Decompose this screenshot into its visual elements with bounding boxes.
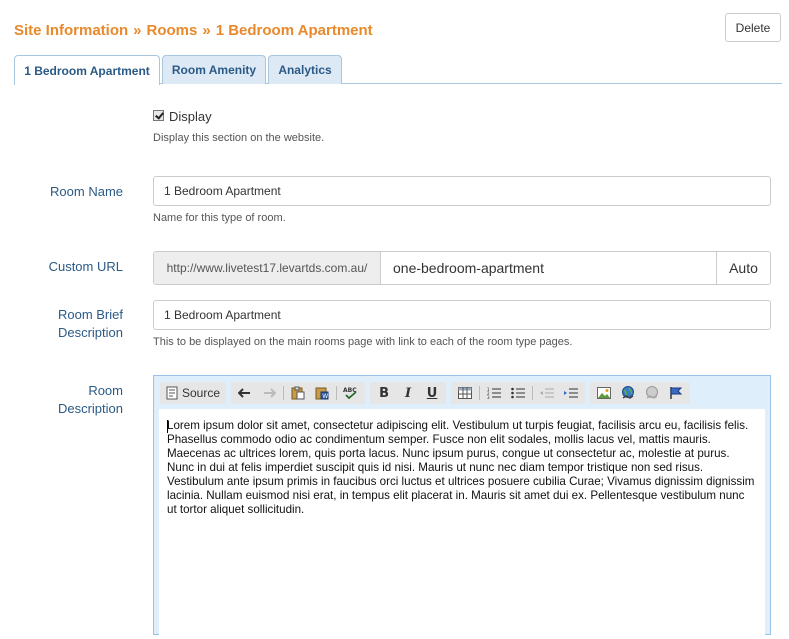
room-brief-label-line2: Description — [57, 325, 123, 340]
spellcheck-icon[interactable]: ABC — [339, 383, 363, 403]
custom-url-input[interactable] — [381, 252, 716, 284]
toolbar-separator — [283, 386, 285, 400]
display-label[interactable]: Display — [169, 109, 212, 124]
toolbar-group-lists: 123 — [451, 382, 586, 404]
custom-url-prefix: http://www.livetest17.levartds.com.au/ — [154, 252, 381, 284]
increase-indent-icon[interactable] — [559, 383, 583, 403]
source-icon — [166, 386, 178, 400]
tab-1-bedroom-apartment[interactable]: 1 Bedroom Apartment — [14, 55, 160, 85]
display-checkbox[interactable] — [153, 110, 164, 121]
italic-icon[interactable]: I — [396, 383, 420, 403]
custom-url-group: http://www.livetest17.levartds.com.au/ A… — [153, 251, 771, 285]
toolbar-group-clipboard: W ABC — [231, 382, 366, 404]
svg-text:3: 3 — [487, 395, 490, 399]
tab-room-amenity[interactable]: Room Amenity — [162, 55, 266, 84]
room-name-help: Name for this type of room. — [153, 212, 286, 224]
breadcrumb-site-information[interactable]: Site Information — [14, 22, 128, 39]
breadcrumb-separator: » — [133, 22, 142, 39]
redo-icon[interactable] — [257, 383, 281, 403]
display-help: Display this section on the website. — [153, 132, 325, 144]
custom-url-label: Custom URL — [48, 259, 123, 274]
toolbar-group-format: B I U — [370, 382, 447, 404]
toolbar-group-source: Source — [160, 382, 227, 404]
rich-text-editor: Source W ABC B I U 1 2 3 Lorem ipsum dol… — [153, 375, 771, 639]
toolbar-separator — [532, 386, 534, 400]
anchor-flag-icon[interactable] — [664, 383, 688, 403]
paste-from-word-icon[interactable]: W — [310, 383, 334, 403]
editor-toolbar: Source W ABC B I U 1 2 3 — [160, 382, 695, 404]
breadcrumb-separator: » — [202, 22, 211, 39]
room-description-content: Lorem ipsum dolor sit amet, consectetur … — [167, 419, 755, 516]
underline-icon[interactable]: U — [420, 383, 444, 403]
breadcrumb-current-room: 1 Bedroom Apartment — [215, 22, 373, 39]
paste-icon[interactable] — [286, 383, 310, 403]
display-checkbox-row: Display — [153, 108, 212, 124]
delete-button[interactable]: Delete — [725, 13, 781, 42]
bold-icon[interactable]: B — [372, 383, 396, 403]
source-button[interactable]: Source — [162, 383, 224, 403]
toolbar-separator — [336, 386, 338, 400]
breadcrumb: Site Information» Rooms» 1 Bedroom Apartme… — [14, 22, 373, 39]
room-description-label-line2: Description — [57, 401, 123, 416]
link-globe-icon[interactable] — [616, 383, 640, 403]
image-icon[interactable] — [592, 383, 616, 403]
toolbar-group-insert — [590, 382, 691, 404]
decrease-indent-icon[interactable] — [535, 383, 559, 403]
table-icon[interactable] — [453, 383, 477, 403]
unlink-icon[interactable] — [640, 383, 664, 403]
room-name-input[interactable] — [153, 176, 771, 206]
room-brief-label: Room Brief Description — [13, 306, 123, 342]
numbered-list-icon[interactable]: 123 — [482, 383, 506, 403]
source-label: Source — [182, 386, 221, 400]
undo-icon[interactable] — [233, 383, 257, 403]
room-description-label: Room Description — [13, 382, 123, 418]
custom-url-auto-button[interactable]: Auto — [716, 252, 770, 284]
bulleted-list-icon[interactable] — [506, 383, 530, 403]
tab-analytics[interactable]: Analytics — [268, 55, 342, 84]
toolbar-separator — [479, 386, 481, 400]
room-brief-label-line1: Room Brief — [57, 307, 123, 322]
room-brief-help: This to be displayed on the main rooms p… — [153, 336, 573, 348]
room-brief-input[interactable] — [153, 300, 771, 330]
room-name-label: Room Name — [50, 184, 123, 199]
breadcrumb-rooms[interactable]: Rooms — [147, 22, 198, 39]
editor-content-area[interactable]: Lorem ipsum dolor sit amet, consectetur … — [159, 409, 765, 639]
text-caret — [167, 420, 168, 433]
svg-text:W: W — [322, 393, 328, 400]
room-description-label-line1: Room — [88, 383, 123, 398]
